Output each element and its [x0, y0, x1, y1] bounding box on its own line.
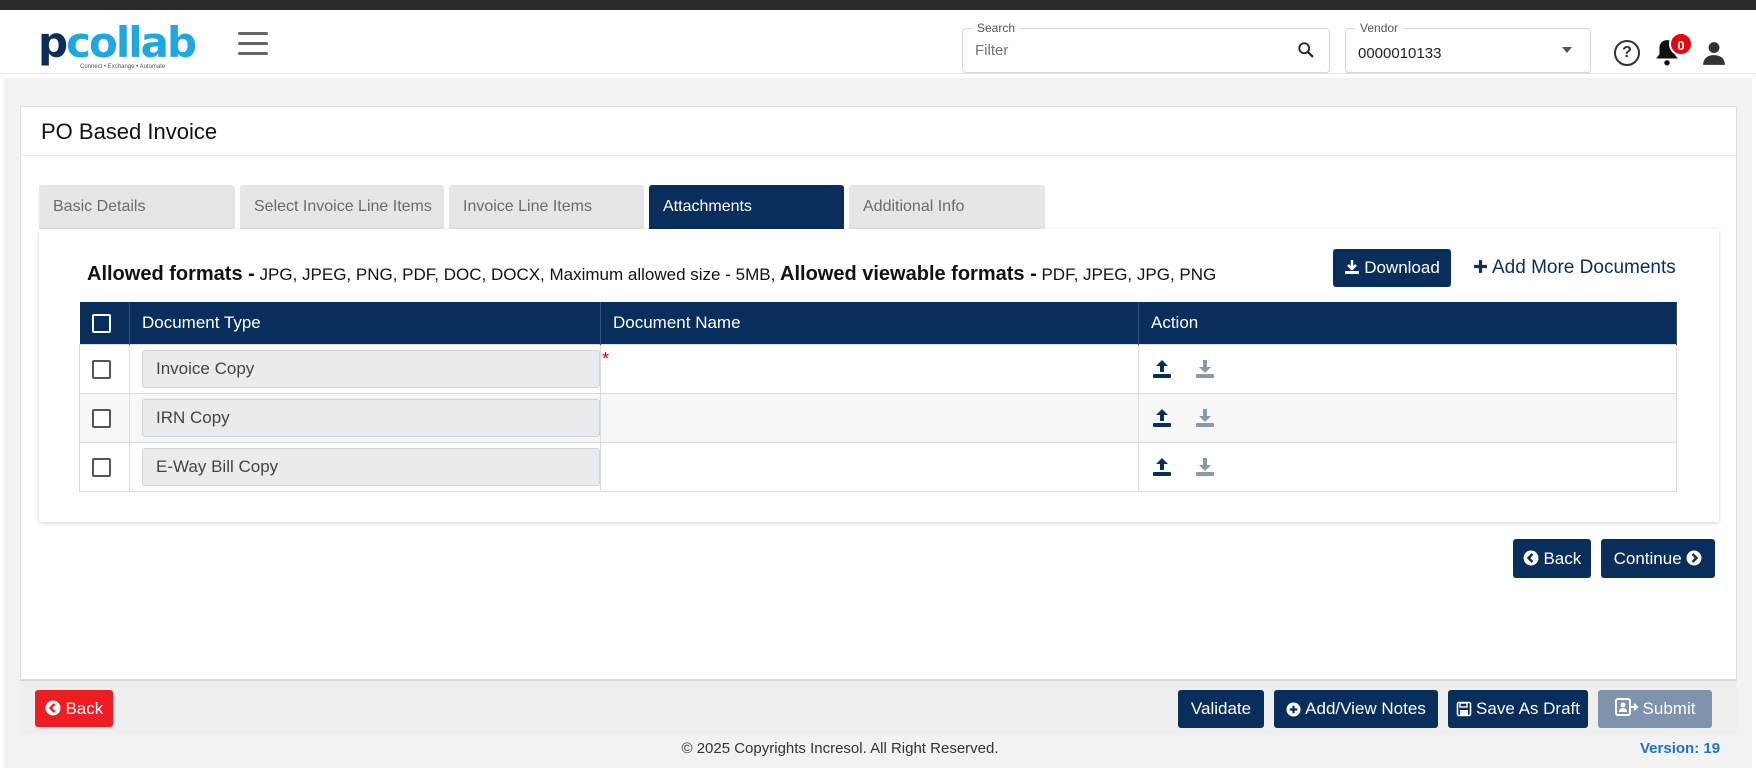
upload-icon[interactable]	[1151, 407, 1173, 429]
document-type-cell: E-Way Bill Copy	[129, 441, 601, 492]
title-divider	[21, 155, 1736, 156]
download-icon[interactable]	[1194, 456, 1216, 478]
upload-icon[interactable]	[1151, 456, 1173, 478]
table-row: E-Way Bill Copy	[79, 441, 1677, 492]
table-row: IRN Copy	[79, 392, 1677, 443]
logo-letter: p	[38, 18, 68, 67]
notification-badge: 0	[1669, 32, 1693, 56]
download-icon[interactable]	[1194, 407, 1216, 429]
add-more-documents-link[interactable]: Add More Documents	[1473, 257, 1676, 279]
plus-circle-icon	[1286, 702, 1301, 717]
logo[interactable]: pcollab Connect • Exchange • Automate	[38, 22, 197, 74]
footer-back-button[interactable]: Back	[35, 690, 113, 727]
document-name-cell	[600, 343, 1139, 394]
footer-back-label: Back	[65, 699, 104, 718]
document-type-field: E-Way Bill Copy	[142, 447, 600, 486]
document-name-cell	[600, 392, 1139, 443]
user-icon[interactable]	[1701, 40, 1727, 66]
row-checkbox[interactable]	[92, 408, 111, 428]
search-field[interactable]: Search	[962, 21, 1330, 73]
save-icon	[1456, 701, 1472, 717]
search-input[interactable]	[975, 42, 1275, 59]
allowed-formats-label: Allowed formats -	[87, 263, 255, 285]
copyright-text: © 2025 Copyrights Incresol. All Right Re…	[681, 740, 999, 757]
allowed-formats-text: Allowed formats - JPG, JPEG, PNG, PDF, D…	[87, 263, 1216, 286]
search-label: Search	[972, 21, 1021, 35]
select-all-cell	[79, 302, 130, 344]
logo-text: collab	[66, 18, 197, 67]
arrow-left-circle-icon	[45, 700, 61, 716]
chevron-down-icon	[1562, 47, 1572, 53]
add-view-notes-button[interactable]: Add/View Notes	[1274, 690, 1438, 728]
back-button[interactable]: Back	[1513, 539, 1591, 578]
tab-basic-details[interactable]: Basic Details	[39, 185, 235, 229]
arrow-right-circle-icon	[1686, 550, 1702, 566]
arrow-left-circle-icon	[1523, 550, 1539, 566]
back-label: Back	[1543, 549, 1582, 568]
document-type-field: Invoice Copy	[142, 349, 600, 388]
attachments-panel: Allowed formats - JPG, JPEG, PNG, PDF, D…	[39, 229, 1719, 522]
row-select-cell	[79, 392, 130, 443]
action-cell	[1138, 392, 1677, 443]
documents-table: Document Type Document Name Action Invoi…	[79, 302, 1677, 492]
tab-select-invoice-line-items[interactable]: Select Invoice Line Items	[240, 185, 444, 229]
menu-icon[interactable]	[238, 32, 268, 56]
row-select-cell	[79, 343, 130, 394]
invoice-card: PO Based Invoice Basic Details Select In…	[20, 106, 1737, 680]
column-action: Action	[1138, 302, 1677, 344]
document-type-cell: Invoice Copy *	[129, 343, 609, 394]
submit-label: Submit	[1642, 699, 1696, 718]
add-more-label: Add More Documents	[1492, 257, 1676, 278]
top-strip	[0, 0, 1756, 10]
row-select-cell	[79, 441, 130, 492]
tab-attachments[interactable]: Attachments	[649, 185, 844, 229]
row-checkbox[interactable]	[92, 457, 111, 477]
submit-icon	[1614, 698, 1638, 716]
column-document-type: Document Type	[129, 302, 601, 344]
download-icon	[1345, 260, 1360, 274]
upload-icon[interactable]	[1151, 358, 1173, 380]
continue-button[interactable]: Continue	[1601, 539, 1715, 578]
viewable-formats-label: Allowed viewable formats -	[780, 263, 1037, 285]
continue-label: Continue	[1613, 549, 1682, 568]
download-icon[interactable]	[1194, 358, 1216, 380]
draft-label: Save As Draft	[1476, 699, 1580, 718]
download-label: Download	[1364, 258, 1440, 277]
action-cell	[1138, 441, 1677, 492]
document-name-cell	[600, 441, 1139, 492]
download-all-button[interactable]: Download	[1333, 249, 1451, 287]
table-header-row: Document Type Document Name Action	[79, 302, 1677, 344]
row-checkbox[interactable]	[92, 359, 111, 379]
search-icon[interactable]	[1297, 41, 1315, 59]
vendor-label: Vendor	[1355, 21, 1404, 35]
allowed-formats-value: JPG, JPEG, PNG, PDF, DOC, DOCX, Maximum …	[254, 265, 781, 284]
vendor-select[interactable]: Vendor 0000010133	[1345, 21, 1591, 73]
document-type-cell: IRN Copy	[129, 392, 601, 443]
tab-additional-info[interactable]: Additional Info	[849, 185, 1045, 229]
table-row: Invoice Copy *	[79, 343, 1677, 394]
document-type-field: IRN Copy	[142, 398, 600, 437]
version-text: Version: 19	[1640, 740, 1721, 757]
submit-button[interactable]: Submit	[1598, 690, 1712, 728]
help-icon[interactable]: ?	[1614, 40, 1640, 66]
page-title: PO Based Invoice	[41, 119, 218, 144]
column-document-name: Document Name	[600, 302, 1139, 344]
select-all-checkbox[interactable]	[91, 313, 111, 333]
validate-button[interactable]: Validate	[1178, 690, 1264, 728]
viewable-formats-value: PDF, JPEG, JPG, PNG	[1036, 265, 1217, 284]
vendor-value: 0000010133	[1358, 45, 1442, 62]
logo-tagline: Connect • Exchange • Automate	[80, 64, 166, 70]
tab-invoice-line-items[interactable]: Invoice Line Items	[449, 185, 644, 229]
notes-label: Add/View Notes	[1305, 699, 1426, 718]
action-cell	[1138, 343, 1677, 394]
plus-icon	[1474, 260, 1487, 273]
save-as-draft-button[interactable]: Save As Draft	[1448, 690, 1588, 728]
